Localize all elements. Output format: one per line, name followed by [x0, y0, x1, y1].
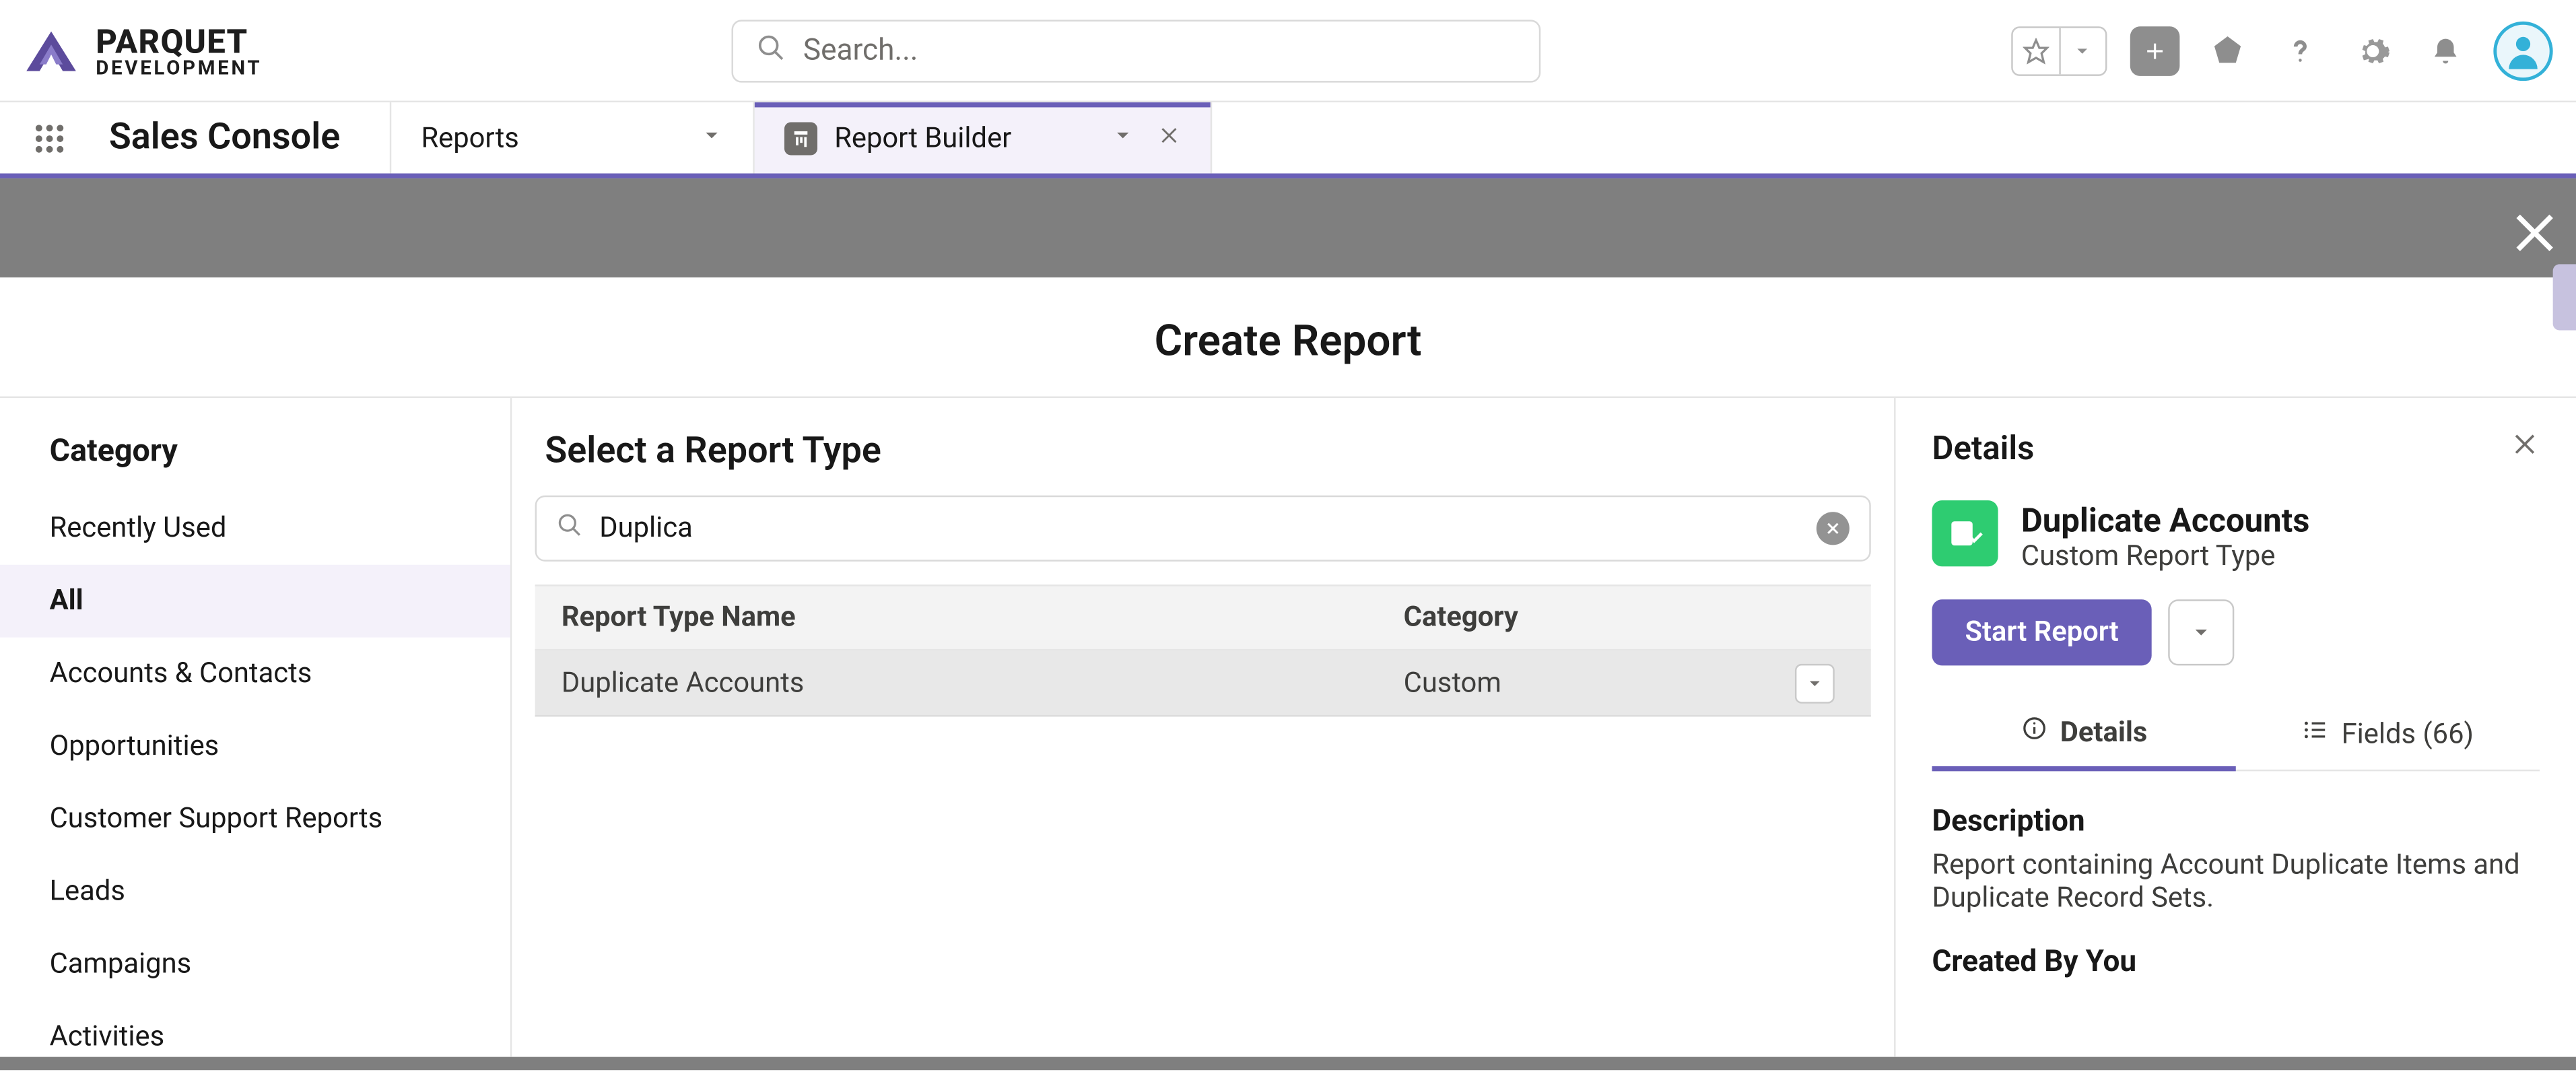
modal-close-icon[interactable]: [2510, 208, 2576, 267]
search-icon: [557, 512, 583, 545]
chevron-down-icon[interactable]: [2059, 27, 2105, 73]
start-report-button[interactable]: Start Report: [1932, 599, 2151, 665]
category-item-customer-support[interactable]: Customer Support Reports: [0, 783, 510, 856]
close-icon[interactable]: [1157, 121, 1180, 154]
close-icon[interactable]: [2510, 428, 2540, 467]
category-item-leads[interactable]: Leads: [0, 855, 510, 928]
list-icon: [2302, 716, 2328, 751]
add-icon[interactable]: [2130, 26, 2180, 75]
clear-icon[interactable]: [1817, 512, 1850, 545]
column-header-name[interactable]: Report Type Name: [562, 601, 1404, 634]
report-type-icon: [1932, 500, 1998, 566]
search-value: Duplica: [599, 512, 1800, 545]
row-name: Duplicate Accounts: [562, 667, 1404, 700]
favorites-split-button[interactable]: [2011, 26, 2107, 75]
tab-reports[interactable]: Reports: [391, 102, 755, 173]
help-icon[interactable]: [2276, 26, 2326, 75]
chevron-down-icon[interactable]: [701, 121, 724, 154]
app-name: Sales Console: [99, 102, 391, 173]
info-icon: [2021, 715, 2047, 750]
category-heading: Category: [0, 421, 510, 492]
star-icon[interactable]: [2013, 27, 2060, 73]
chevron-down-icon[interactable]: [1110, 121, 1133, 154]
modal-body: Category Recently Used All Accounts & Co…: [0, 397, 2576, 1057]
created-by-heading: Created By You: [1932, 945, 2540, 980]
row-action-menu[interactable]: [1795, 663, 1835, 703]
report-icon: [785, 121, 818, 154]
list-heading: Select a Report Type: [535, 431, 1871, 496]
tab-report-builder[interactable]: Report Builder: [755, 102, 1211, 173]
row-category: Custom: [1404, 667, 1795, 700]
report-type-list: Select a Report Type Duplica Report Type…: [512, 398, 1895, 1057]
category-item-activities[interactable]: Activities: [0, 1001, 510, 1073]
global-header: PARQUET DEVELOPMENT Search...: [0, 0, 2576, 102]
category-sidebar: Category Recently Used All Accounts & Co…: [0, 398, 512, 1057]
details-subtitle: Custom Report Type: [2021, 540, 2310, 573]
user-avatar[interactable]: [2493, 21, 2552, 80]
category-item-recently-used[interactable]: Recently Used: [0, 492, 510, 565]
tab-label: Reports: [421, 121, 518, 154]
category-item-opportunities[interactable]: Opportunities: [0, 710, 510, 783]
brand-name-line1: PARQUET: [96, 24, 262, 57]
table-header-row: Report Type Name Category: [535, 584, 1871, 650]
modal-backdrop: [0, 178, 2576, 277]
column-header-category[interactable]: Category: [1404, 601, 1795, 634]
details-tab-fields[interactable]: Fields (66): [2236, 698, 2540, 769]
tab-label: Report Builder: [834, 121, 1011, 154]
context-bar: Sales Console Reports Report Builder: [0, 102, 2576, 178]
category-item-campaigns[interactable]: Campaigns: [0, 928, 510, 1001]
brand-logo-icon: [23, 27, 79, 73]
start-report-menu[interactable]: [2168, 599, 2234, 665]
report-type-search[interactable]: Duplica: [535, 496, 1871, 562]
details-tab-details[interactable]: Details: [1932, 698, 2235, 771]
category-item-accounts-contacts[interactable]: Accounts & Contacts: [0, 638, 510, 710]
header-utilities: [2011, 21, 2552, 80]
global-search-placeholder: Search...: [803, 33, 918, 68]
salesforce-cloud-icon[interactable]: [2203, 26, 2253, 75]
category-item-all[interactable]: All: [0, 565, 510, 638]
global-search[interactable]: Search...: [732, 19, 1541, 81]
notifications-bell-icon[interactable]: [2420, 26, 2470, 75]
details-heading: Details: [1932, 428, 2034, 467]
search-icon: [757, 32, 786, 69]
panel-toggle-handle[interactable]: [2553, 264, 2576, 330]
details-panel: Details Duplicate Accounts Custom Report…: [1896, 398, 2576, 1057]
description-heading: Description: [1932, 804, 2540, 839]
brand-logo: PARQUET DEVELOPMENT: [23, 24, 262, 77]
app-launcher-icon[interactable]: [0, 102, 99, 173]
modal-title: Create Report: [0, 277, 2576, 397]
brand-name-line2: DEVELOPMENT: [96, 57, 262, 77]
setup-gear-icon[interactable]: [2348, 26, 2398, 75]
description-body: Report containing Account Duplicate Item…: [1932, 849, 2540, 915]
details-title: Duplicate Accounts: [2021, 500, 2310, 540]
table-row[interactable]: Duplicate Accounts Custom: [535, 650, 1871, 716]
